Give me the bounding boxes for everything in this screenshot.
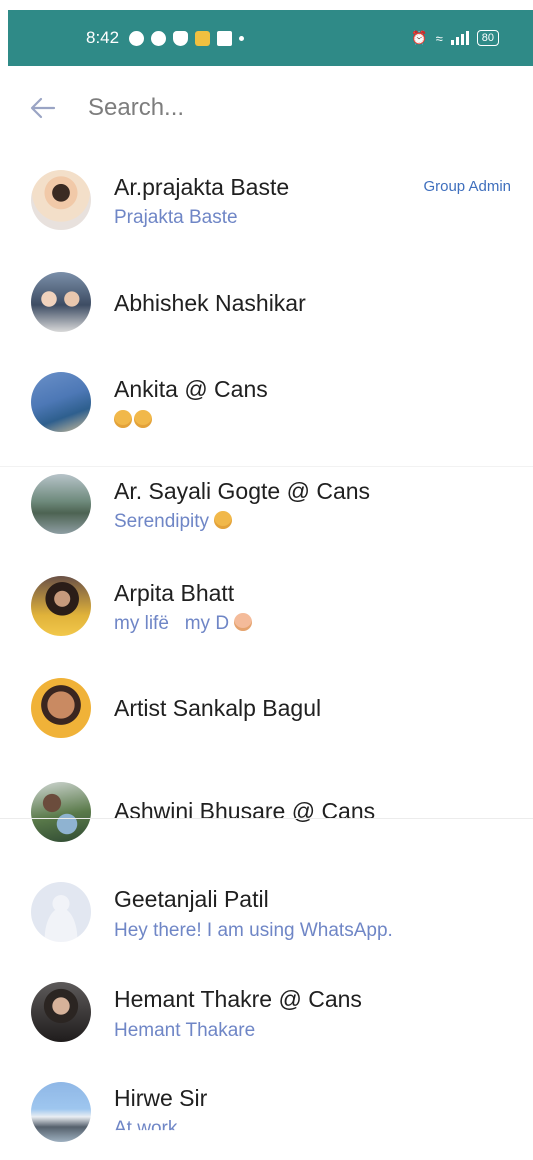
contact-row[interactable]: Hirwe Sir At work [0, 1060, 533, 1160]
contact-name: Ar.prajakta Baste [114, 174, 290, 200]
smiling-emoji-icon [134, 410, 152, 428]
contact-status: Serendipity [114, 511, 234, 533]
wifi-icon: ≈ [435, 30, 443, 46]
status-bar: 8:42 ⏰ ≈ 80 [8, 10, 533, 66]
avatar [31, 782, 91, 842]
avatar [31, 474, 91, 534]
contact-row[interactable]: Ar. Sayali Gogte @ Cans Serendipity [0, 450, 533, 550]
alarm-icon: ⏰ [411, 30, 428, 45]
contact-row[interactable]: Abhishek Nashikar [0, 250, 533, 350]
contact-name: Arpita Bhatt [114, 580, 235, 606]
contact-name: Abhishek Nashikar [114, 290, 306, 316]
status-time: 8:42 [86, 28, 120, 47]
status-bar-left: 8:42 [86, 28, 245, 48]
divider [0, 818, 533, 819]
contact-row[interactable]: Artist Sankalp Bagul [0, 650, 533, 750]
avatar [31, 678, 91, 738]
default-avatar-icon [31, 882, 91, 942]
more-notifications-icon [239, 35, 245, 41]
avatar [31, 372, 91, 432]
status-bar-right: ⏰ ≈ 80 [411, 30, 499, 46]
smiling-emoji-icon [234, 613, 253, 631]
contact-status-text: my lifë my D [114, 613, 230, 634]
avatar [31, 1082, 91, 1142]
gallery-notification-icon [217, 30, 233, 46]
search-bar [0, 66, 533, 150]
signal-icon [450, 31, 469, 45]
divider [0, 466, 533, 467]
avatar [31, 170, 91, 230]
contact-row[interactable]: Ankita @ Cans [0, 350, 533, 450]
smiling-emoji-icon [214, 511, 233, 529]
contact-name: Hemant Thakre @ Cans [114, 986, 362, 1012]
contact-row[interactable]: Ar.prajakta Baste Prajakta Baste Group A… [0, 150, 533, 250]
contact-row[interactable]: Ashwini Bhusare @ Cans [0, 750, 533, 850]
contact-name: Geetanjali Patil [114, 886, 269, 912]
avatar [31, 982, 91, 1042]
contact-status: my lifë my D [114, 613, 254, 635]
contact-name: Ankita @ Cans [114, 376, 268, 402]
mail-notification-icon [195, 30, 211, 46]
contact-status: Prajakta Baste [114, 207, 238, 228]
contact-name: Hirwe Sir [114, 1085, 208, 1111]
contact-name: Ar. Sayali Gogte @ Cans [114, 478, 371, 504]
shield-notification-icon [173, 30, 189, 46]
contact-status: Hemant Thakare [114, 1020, 256, 1041]
contact-name: Ashwini Bhusare @ Cans [114, 798, 376, 824]
contact-status-text: Serendipity [114, 511, 210, 532]
contact-status: At work [114, 1118, 178, 1139]
contact-status [114, 410, 154, 432]
search-input[interactable] [88, 94, 468, 122]
facebook-notification-icon [151, 30, 167, 46]
chat-notification-icon [129, 30, 145, 46]
group-admin-badge: Group Admin [423, 178, 511, 195]
contact-row[interactable]: Geetanjali Patil Hey there! I am using W… [0, 860, 533, 960]
battery-icon: 80 [476, 30, 499, 46]
contact-name: Artist Sankalp Bagul [114, 695, 322, 721]
contact-row[interactable]: Hemant Thakre @ Cans Hemant Thakare [0, 960, 533, 1060]
avatar [31, 272, 91, 332]
back-arrow-icon[interactable] [30, 95, 56, 121]
smiling-emoji-icon [114, 410, 132, 428]
contact-row[interactable]: Arpita Bhatt my lifë my D [0, 550, 533, 650]
contact-status: Hey there! I am using WhatsApp. [114, 920, 393, 941]
avatar [31, 576, 91, 636]
